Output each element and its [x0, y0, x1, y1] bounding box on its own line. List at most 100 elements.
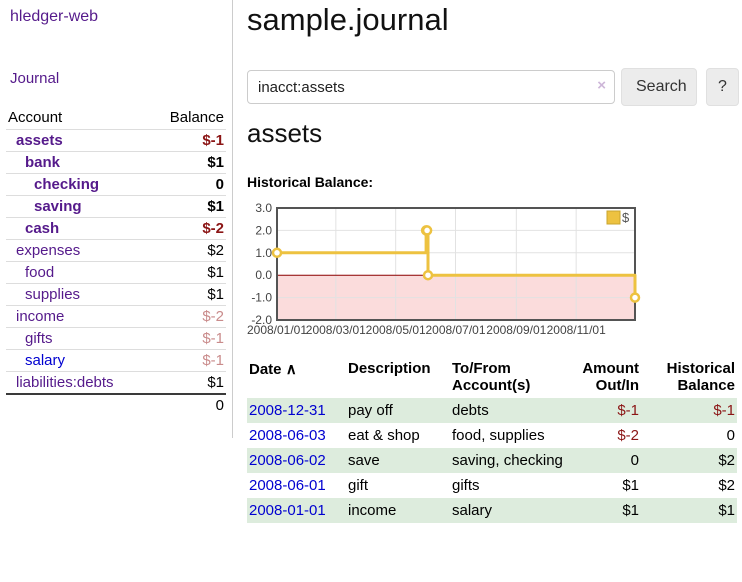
account-balance: $1: [150, 372, 226, 395]
account-balance: 0: [150, 174, 226, 196]
register-row[interactable]: 2008-06-01giftgifts$1$2: [247, 473, 737, 498]
transaction-amount: $-2: [576, 423, 641, 448]
help-button[interactable]: ?: [706, 68, 739, 106]
account-link[interactable]: cash: [8, 220, 59, 237]
chart-canvas: $3.02.01.00.0-1.0-2.02008/01/012008/03/0…: [247, 200, 707, 340]
account-link[interactable]: supplies: [8, 286, 80, 303]
transaction-accounts: debts: [450, 398, 576, 423]
account-link[interactable]: gifts: [8, 330, 53, 347]
svg-text:0.0: 0.0: [255, 268, 272, 282]
account-balance: $1: [150, 284, 226, 306]
svg-text:-1.0: -1.0: [251, 291, 272, 305]
svg-text:2008/11/01: 2008/11/01: [547, 323, 606, 337]
svg-text:2.0: 2.0: [255, 223, 272, 237]
transaction-description: pay off: [346, 398, 450, 423]
transaction-description: save: [346, 448, 450, 473]
transaction-accounts: food, supplies: [450, 423, 576, 448]
account-row: food $1: [6, 262, 226, 284]
account-link[interactable]: assets: [8, 132, 63, 149]
transaction-balance: $-1: [641, 398, 737, 423]
transaction-accounts: salary: [450, 498, 576, 523]
transaction-description: eat & shop: [346, 423, 450, 448]
svg-text:2008/03/01: 2008/03/01: [306, 323, 366, 337]
transaction-description: income: [346, 498, 450, 523]
svg-text:1.0: 1.0: [255, 246, 272, 260]
register-table-body: 2008-12-31pay offdebts$-1$-12008-06-03ea…: [247, 398, 737, 523]
historical-balance-chart: $3.02.01.00.0-1.0-2.02008/01/012008/03/0…: [247, 200, 707, 340]
account-row: assets $-1: [6, 130, 226, 152]
accounts-table: Account Balance assets $-1 bank $1 checking 0…: [6, 106, 226, 416]
account-balance: $1: [150, 196, 226, 218]
register-row[interactable]: 2008-06-02 savesaving, checking0$2: [247, 448, 737, 473]
transaction-description: gift: [346, 473, 450, 498]
register-header-row: Date ∧ Description To/From Account(s) Am…: [247, 358, 737, 398]
svg-text:2008/05/01: 2008/05/01: [366, 323, 426, 337]
transaction-balance: $2: [641, 473, 737, 498]
account-link[interactable]: food: [8, 264, 54, 281]
register-col-description: Description: [346, 358, 450, 398]
transaction-amount: 0: [576, 448, 641, 473]
account-balance: $2: [150, 240, 226, 262]
accounts-total-row: 0: [6, 394, 226, 416]
transaction-balance: $2: [641, 448, 737, 473]
account-link[interactable]: saving: [8, 198, 82, 215]
account-row: bank $1: [6, 152, 226, 174]
transaction-amount: $1: [576, 498, 641, 523]
account-row: gifts $-1: [6, 328, 226, 350]
account-link[interactable]: salary: [8, 352, 65, 369]
account-row: supplies $1: [6, 284, 226, 306]
search-input[interactable]: [247, 70, 615, 104]
register-col-date[interactable]: Date ∧: [247, 358, 346, 398]
transaction-amount: $-1: [576, 398, 641, 423]
transaction-date-link[interactable]: 2008-01-01: [249, 502, 326, 519]
page-title: sample.journal: [247, 2, 449, 38]
transaction-accounts: saving, checking: [450, 448, 576, 473]
accounts-total-value: 0: [150, 394, 226, 416]
search-box: ×: [247, 70, 615, 104]
sidebar-divider: [232, 0, 233, 438]
accounts-col-account: Account: [6, 106, 150, 130]
account-table-body: assets$-1bank$1checking0saving$1cash$-2e…: [6, 130, 226, 395]
account-link[interactable]: expenses: [8, 242, 80, 259]
register-row[interactable]: 2008-12-31pay offdebts$-1$-1: [247, 398, 737, 423]
app-brand-link[interactable]: hledger-web: [10, 8, 98, 26]
register-col-accounts: To/From Account(s): [450, 358, 576, 398]
svg-text:3.0: 3.0: [255, 201, 272, 215]
account-balance: $-2: [150, 306, 226, 328]
svg-text:2008/07/01: 2008/07/01: [425, 323, 485, 337]
svg-text:$: $: [622, 210, 630, 225]
account-link[interactable]: checking: [8, 176, 99, 193]
register-row[interactable]: 2008-01-01incomesalary$1$1: [247, 498, 737, 523]
register-col-date-label: Date: [249, 361, 282, 378]
transaction-accounts: gifts: [450, 473, 576, 498]
account-row: income $-2: [6, 306, 226, 328]
account-balance: $-1: [150, 328, 226, 350]
svg-text:2008/01/01: 2008/01/01: [247, 323, 307, 337]
account-balance: $-2: [150, 218, 226, 240]
account-link[interactable]: bank: [8, 154, 60, 171]
transaction-date-link[interactable]: 2008-12-31: [249, 402, 326, 419]
register-row[interactable]: 2008-06-03 eat & shopfood, supplies$-20: [247, 423, 737, 448]
register-table: Date ∧ Description To/From Account(s) Am…: [247, 358, 737, 523]
account-row: expenses $2: [6, 240, 226, 262]
accounts-total-spacer: [6, 394, 150, 416]
account-link[interactable]: liabilities:debts: [8, 374, 114, 391]
transaction-date-link[interactable]: 2008-06-03: [249, 427, 326, 444]
account-row: salary $-1: [6, 350, 226, 372]
account-link[interactable]: income: [8, 308, 64, 325]
account-balance: $1: [150, 262, 226, 284]
account-balance: $-1: [150, 130, 226, 152]
account-balance: $1: [150, 152, 226, 174]
search-button[interactable]: Search: [621, 68, 697, 106]
clear-search-icon[interactable]: ×: [597, 78, 606, 94]
sort-ascending-icon: ∧: [286, 361, 297, 378]
sidebar-item-journal[interactable]: Journal: [10, 70, 59, 87]
accounts-col-balance: Balance: [150, 106, 226, 130]
account-row: saving $1: [6, 196, 226, 218]
transaction-date-link[interactable]: 2008-06-01: [249, 477, 326, 494]
account-row: liabilities:debts $1: [6, 372, 226, 395]
transaction-date-link[interactable]: 2008-06-02: [249, 452, 326, 469]
account-heading: assets: [247, 118, 322, 149]
transaction-balance: 0: [641, 423, 737, 448]
account-balance: $-1: [150, 350, 226, 372]
